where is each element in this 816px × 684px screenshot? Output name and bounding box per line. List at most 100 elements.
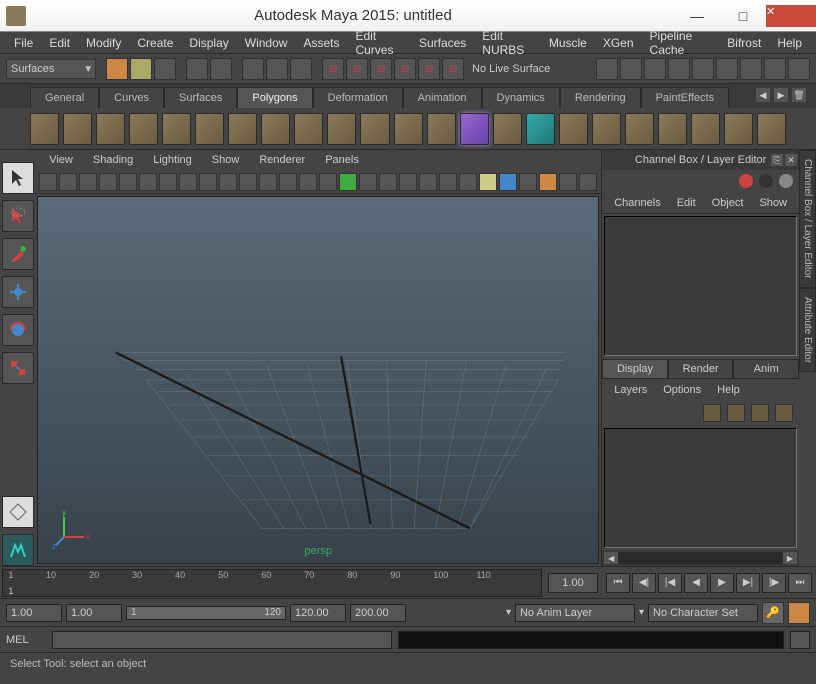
menu-create[interactable]: Create [129,36,181,50]
menu-modify[interactable]: Modify [78,36,129,50]
menu-display[interactable]: Display [181,36,236,50]
playback-end-field[interactable]: 200.00 [350,604,406,622]
vp-grease-pencil-icon[interactable] [139,173,157,191]
select-hierarchy-icon[interactable] [242,58,264,80]
menu-editnurbs[interactable]: Edit NURBS [474,29,541,57]
file-save-icon[interactable] [154,58,176,80]
anim-layer-combo[interactable]: No Anim Layer [515,604,635,622]
step-back-button[interactable]: |◀ [658,573,682,593]
vp-exposure-icon[interactable] [499,173,517,191]
layout-1-icon[interactable] [740,58,762,80]
time-ruler[interactable]: 1 10 20 30 40 50 60 70 80 90 100 110 1 [2,569,542,597]
poly-separate-icon[interactable] [460,113,489,145]
shelf-tab-animation[interactable]: Animation [403,87,482,108]
vp-grid-icon[interactable] [159,173,177,191]
cb-menu-channels[interactable]: Channels [606,197,668,209]
script-editor-button[interactable] [790,631,810,649]
menu-pipelinecache[interactable]: Pipeline Cache [642,29,720,57]
poly-plane-icon[interactable] [162,113,191,145]
poly-helix-icon[interactable] [327,113,356,145]
menu-window[interactable]: Window [237,36,296,50]
menu-file[interactable]: File [6,36,41,50]
poly-merge-icon[interactable] [724,113,753,145]
vp-film-gate-icon[interactable] [179,173,197,191]
poly-extrude-icon[interactable] [493,113,522,145]
shelf-tab-general[interactable]: General [30,87,99,108]
snap-curve-icon[interactable]: ⊙ [346,58,368,80]
vp-menu-lighting[interactable]: Lighting [143,154,202,166]
current-time-field[interactable]: 1.00 [548,573,598,593]
menu-surfaces[interactable]: Surfaces [411,36,474,50]
channel-mode-1-icon[interactable] [739,174,753,188]
render-settings-icon[interactable] [668,58,690,80]
script-lang-label[interactable]: MEL [6,634,46,646]
poly-collapse-icon[interactable] [757,113,786,145]
snap-grid-icon[interactable]: ⊙ [322,58,344,80]
vp-motion-blur-icon[interactable] [579,173,597,191]
layer-list[interactable] [604,428,797,548]
layer-scrollbar[interactable]: ◀ ▶ [602,550,799,566]
layout-2-icon[interactable] [764,58,786,80]
character-set-combo[interactable]: No Character Set [648,604,758,622]
range-slider[interactable]: 1 120 [126,606,286,620]
vp-menu-show[interactable]: Show [202,154,250,166]
layer-tab-display[interactable]: Display [602,359,668,379]
maya-logo-icon[interactable] [2,534,34,566]
vp-wireframe-icon[interactable] [299,173,317,191]
menu-muscle[interactable]: Muscle [541,36,595,50]
construction-history-icon[interactable] [596,58,618,80]
poly-pyramid-icon[interactable] [261,113,290,145]
menu-help[interactable]: Help [769,36,810,50]
poly-cylinder-icon[interactable] [96,113,125,145]
vp-wireframe-shaded-icon[interactable] [359,173,377,191]
layer-move-down-icon[interactable] [727,404,745,422]
poly-pipe-icon[interactable] [294,113,323,145]
vp-gamma-icon[interactable] [519,173,537,191]
ipr-render-icon[interactable] [644,58,666,80]
layer-tab-anim[interactable]: Anim [733,359,799,379]
vp-safe-action-icon[interactable] [259,173,277,191]
poly-sphere-icon[interactable] [30,113,59,145]
vp-select-camera-icon[interactable] [39,173,57,191]
chevron-down-icon[interactable]: ▾ [639,607,644,618]
shelf-tab-rendering[interactable]: Rendering [560,87,641,108]
shelf-tab-dynamics[interactable]: Dynamics [482,87,560,108]
vp-depth-of-field-icon[interactable] [559,173,577,191]
auto-keyframe-icon[interactable]: 🔑 [762,602,784,624]
le-menu-help[interactable]: Help [709,384,748,396]
select-object-icon[interactable] [266,58,288,80]
minimize-button[interactable]: — [674,5,720,27]
vp-resolution-gate-icon[interactable] [199,173,217,191]
poly-combine-icon[interactable] [427,113,456,145]
maximize-button[interactable]: □ [720,5,766,27]
poly-torus-icon[interactable] [195,113,224,145]
anim-prefs-icon[interactable] [788,602,810,624]
redo-icon[interactable] [210,58,232,80]
vp-xray-icon[interactable] [459,173,477,191]
channel-mode-3-icon[interactable] [779,174,793,188]
vp-menu-renderer[interactable]: Renderer [249,154,315,166]
close-button[interactable]: ✕ [766,5,816,27]
goto-end-button[interactable]: ⏭ [788,573,812,593]
vp-textured-icon[interactable] [379,173,397,191]
vp-view-transform-icon[interactable] [539,173,557,191]
shelf-tab-deformation[interactable]: Deformation [313,87,403,108]
perspective-viewport[interactable]: y x z persp [37,196,599,564]
layout-3-icon[interactable] [788,58,810,80]
scroll-track[interactable] [618,552,783,564]
cb-menu-object[interactable]: Object [704,197,752,209]
move-tool[interactable] [2,276,34,308]
menu-editcurves[interactable]: Edit Curves [347,29,410,57]
file-new-icon[interactable] [106,58,128,80]
menu-xgen[interactable]: XGen [595,36,642,50]
poly-cone-icon[interactable] [129,113,158,145]
vp-field-chart-icon[interactable] [239,173,257,191]
range-end-field[interactable]: 120.00 [290,604,346,622]
vp-gate-mask-icon[interactable] [219,173,237,191]
poly-prism-icon[interactable] [228,113,257,145]
step-forward-button[interactable]: ▶| [736,573,760,593]
le-menu-options[interactable]: Options [655,384,709,396]
render-icon[interactable] [620,58,642,80]
step-forward-key-button[interactable]: |▶ [762,573,786,593]
vp-menu-view[interactable]: View [39,154,83,166]
